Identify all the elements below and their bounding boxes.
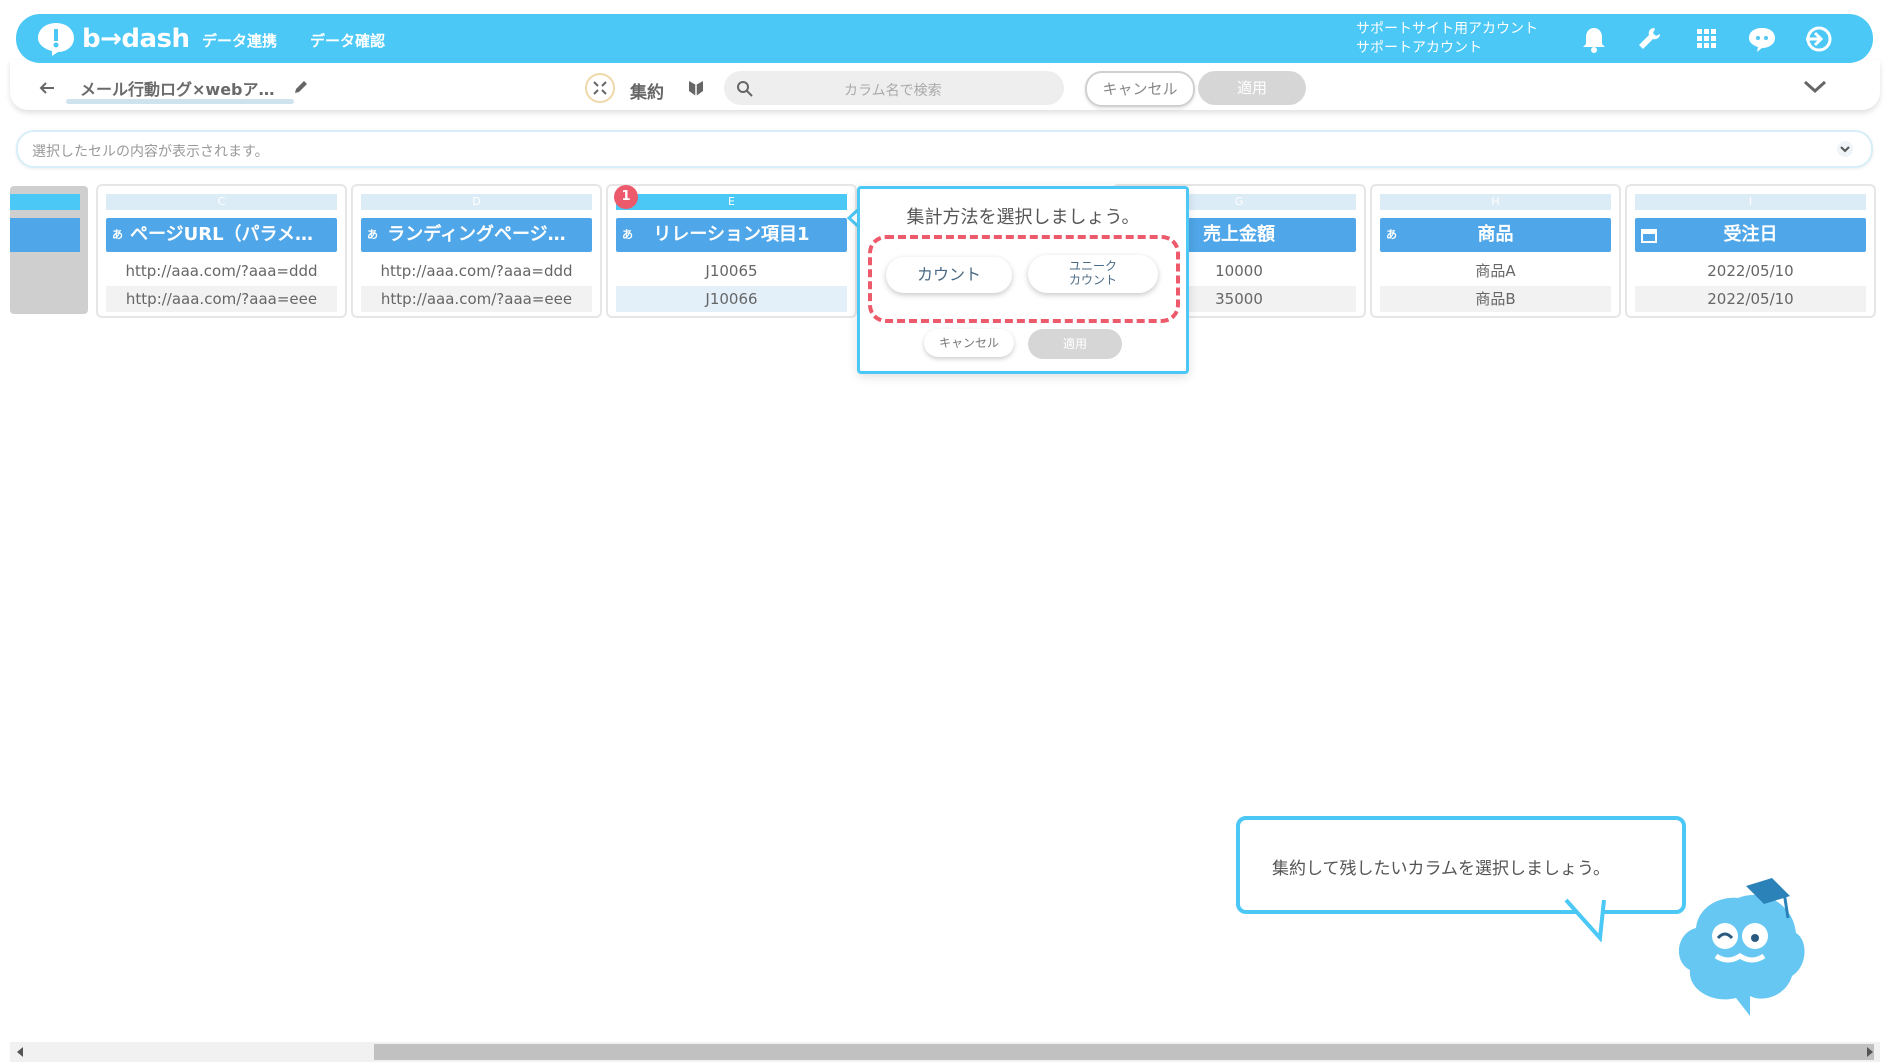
column-header[interactable]: あ ページURL（パラメ… bbox=[106, 218, 337, 252]
step-badge: 1 bbox=[614, 185, 638, 209]
cell-content-bar[interactable]: 選択したセルの内容が表示されます。 bbox=[16, 130, 1873, 168]
cell-content-placeholder: 選択したセルの内容が表示されます。 bbox=[32, 144, 269, 160]
mascot-character bbox=[1678, 878, 1805, 1016]
row-index-header bbox=[10, 218, 80, 252]
column-name: ページURL（パラメ… bbox=[129, 224, 314, 245]
column-h[interactable]: H あ 商品 商品A 商品B bbox=[1370, 184, 1621, 318]
back-arrow-icon[interactable] bbox=[38, 80, 56, 96]
text-type-icon: あ bbox=[1386, 228, 1397, 241]
column-letter: D bbox=[361, 194, 592, 210]
column-header[interactable]: あ リレーション項目1 bbox=[616, 218, 847, 252]
table-cell[interactable]: 商品A bbox=[1380, 258, 1611, 284]
grid-icon[interactable] bbox=[1690, 24, 1722, 54]
count-button-label: カウント bbox=[916, 265, 981, 284]
guide-text: 集約して残したいカラムを選択しましょう。 bbox=[1272, 859, 1610, 879]
bell-icon[interactable] bbox=[1578, 24, 1610, 54]
table-cell[interactable]: http://aaa.com/?aaa=ddd bbox=[361, 258, 592, 284]
column-i[interactable]: I 受注日 2022/05/10 2022/05/10 bbox=[1625, 184, 1876, 318]
table-cell[interactable]: 商品B bbox=[1380, 286, 1611, 312]
column-header[interactable]: あ ランディングページ… bbox=[361, 218, 592, 252]
scroll-right-icon[interactable] bbox=[1866, 1047, 1874, 1057]
beginner-mark-icon[interactable] bbox=[686, 78, 706, 98]
calendar-icon bbox=[1641, 229, 1657, 243]
logo-bubble-icon bbox=[38, 23, 74, 56]
text-type-icon: あ bbox=[367, 228, 378, 241]
unique-count-label-line1: ユニーク bbox=[1068, 259, 1117, 273]
column-header[interactable]: あ 商品 bbox=[1380, 218, 1611, 252]
row-index-letter bbox=[10, 194, 80, 210]
expand-chevron-icon[interactable] bbox=[1834, 140, 1856, 158]
column-name: 売上金額 bbox=[1203, 224, 1275, 245]
column-name: 商品 bbox=[1477, 224, 1514, 245]
aggregation-popup: 集計方法を選択しましょう。 カウント ユニーク カウント キャンセル 適用 bbox=[857, 186, 1189, 374]
horizontal-scrollbar[interactable] bbox=[10, 1042, 1880, 1062]
scroll-thumb[interactable] bbox=[374, 1044, 1874, 1060]
title-underline bbox=[66, 99, 294, 104]
column-letter: I bbox=[1635, 194, 1866, 210]
search-placeholder: カラム名で検索 bbox=[844, 83, 942, 99]
bubble-tail bbox=[1564, 898, 1606, 942]
search-icon bbox=[737, 81, 753, 97]
toolbar-apply-button[interactable]: 適用 bbox=[1198, 71, 1306, 105]
column-c[interactable]: C あ ページURL（パラメ… http://aaa.com/?aaa=ddd … bbox=[96, 184, 347, 318]
guide-bubble: 集約して残したいカラムを選択しましょう。 bbox=[1236, 816, 1686, 914]
column-letter: H bbox=[1380, 194, 1611, 210]
table-cell[interactable]: J10066 bbox=[616, 286, 847, 312]
wrench-icon[interactable] bbox=[1634, 24, 1666, 54]
app-logo[interactable]: b→dash bbox=[36, 21, 190, 57]
page-title[interactable]: メール行動ログ×webア… bbox=[80, 76, 275, 100]
table-cell[interactable]: J10065 bbox=[616, 258, 847, 284]
column-letter: C bbox=[106, 194, 337, 210]
column-d[interactable]: D あ ランディングページ… http://aaa.com/?aaa=ddd h… bbox=[351, 184, 602, 318]
popup-apply-button[interactable]: 適用 bbox=[1028, 329, 1122, 359]
row-index-column bbox=[10, 186, 88, 314]
unique-count-button[interactable]: ユニーク カウント bbox=[1028, 255, 1158, 293]
table-cell[interactable]: 2022/05/10 bbox=[1635, 258, 1866, 284]
unique-count-label-line2: カウント bbox=[1068, 273, 1117, 287]
column-letter: E bbox=[616, 194, 847, 210]
chat-bot-icon[interactable] bbox=[1746, 24, 1778, 54]
toolbar-cancel-button[interactable]: キャンセル bbox=[1085, 71, 1195, 107]
column-name: リレーション項目1 bbox=[653, 224, 810, 245]
column-header[interactable]: 受注日 bbox=[1635, 218, 1866, 252]
logo-text: b→dash bbox=[82, 24, 190, 54]
table-cell[interactable]: http://aaa.com/?aaa=eee bbox=[361, 286, 592, 312]
account-name: サポートアカウント bbox=[1356, 40, 1482, 56]
chevron-down-icon[interactable] bbox=[1802, 78, 1828, 96]
table-cell[interactable]: 2022/05/10 bbox=[1635, 286, 1866, 312]
table-cell[interactable]: http://aaa.com/?aaa=eee bbox=[106, 286, 337, 312]
text-type-icon: あ bbox=[112, 228, 123, 241]
account-info[interactable]: サポートサイト用アカウント サポートアカウント bbox=[1356, 20, 1538, 58]
popup-title: 集計方法を選択しましょう。 bbox=[906, 207, 1140, 228]
column-name: 受注日 bbox=[1723, 224, 1778, 245]
nav-data-check[interactable]: データ確認 bbox=[310, 30, 385, 51]
collapse-icon[interactable] bbox=[584, 72, 616, 104]
table-cell[interactable]: http://aaa.com/?aaa=ddd bbox=[106, 258, 337, 284]
nav-data-link[interactable]: データ連携 bbox=[202, 30, 277, 51]
logout-icon[interactable] bbox=[1802, 24, 1834, 54]
top-nav-bar: b→dash データ連携 データ確認 サポートサイト用アカウント サポートアカウ… bbox=[16, 14, 1873, 63]
popup-cancel-button[interactable]: キャンセル bbox=[924, 329, 1014, 357]
edit-pencil-icon[interactable] bbox=[292, 78, 310, 96]
column-e[interactable]: E あ リレーション項目1 J10065 J10066 1 bbox=[606, 184, 857, 318]
column-name: ランディングページ… bbox=[387, 224, 566, 245]
mode-label: 集約 bbox=[630, 83, 664, 103]
text-type-icon: あ bbox=[622, 228, 633, 241]
count-button[interactable]: カウント bbox=[886, 257, 1012, 293]
account-site: サポートサイト用アカウント bbox=[1356, 21, 1538, 37]
scroll-left-icon[interactable] bbox=[16, 1047, 24, 1057]
column-search[interactable]: カラム名で検索 bbox=[724, 71, 1064, 105]
